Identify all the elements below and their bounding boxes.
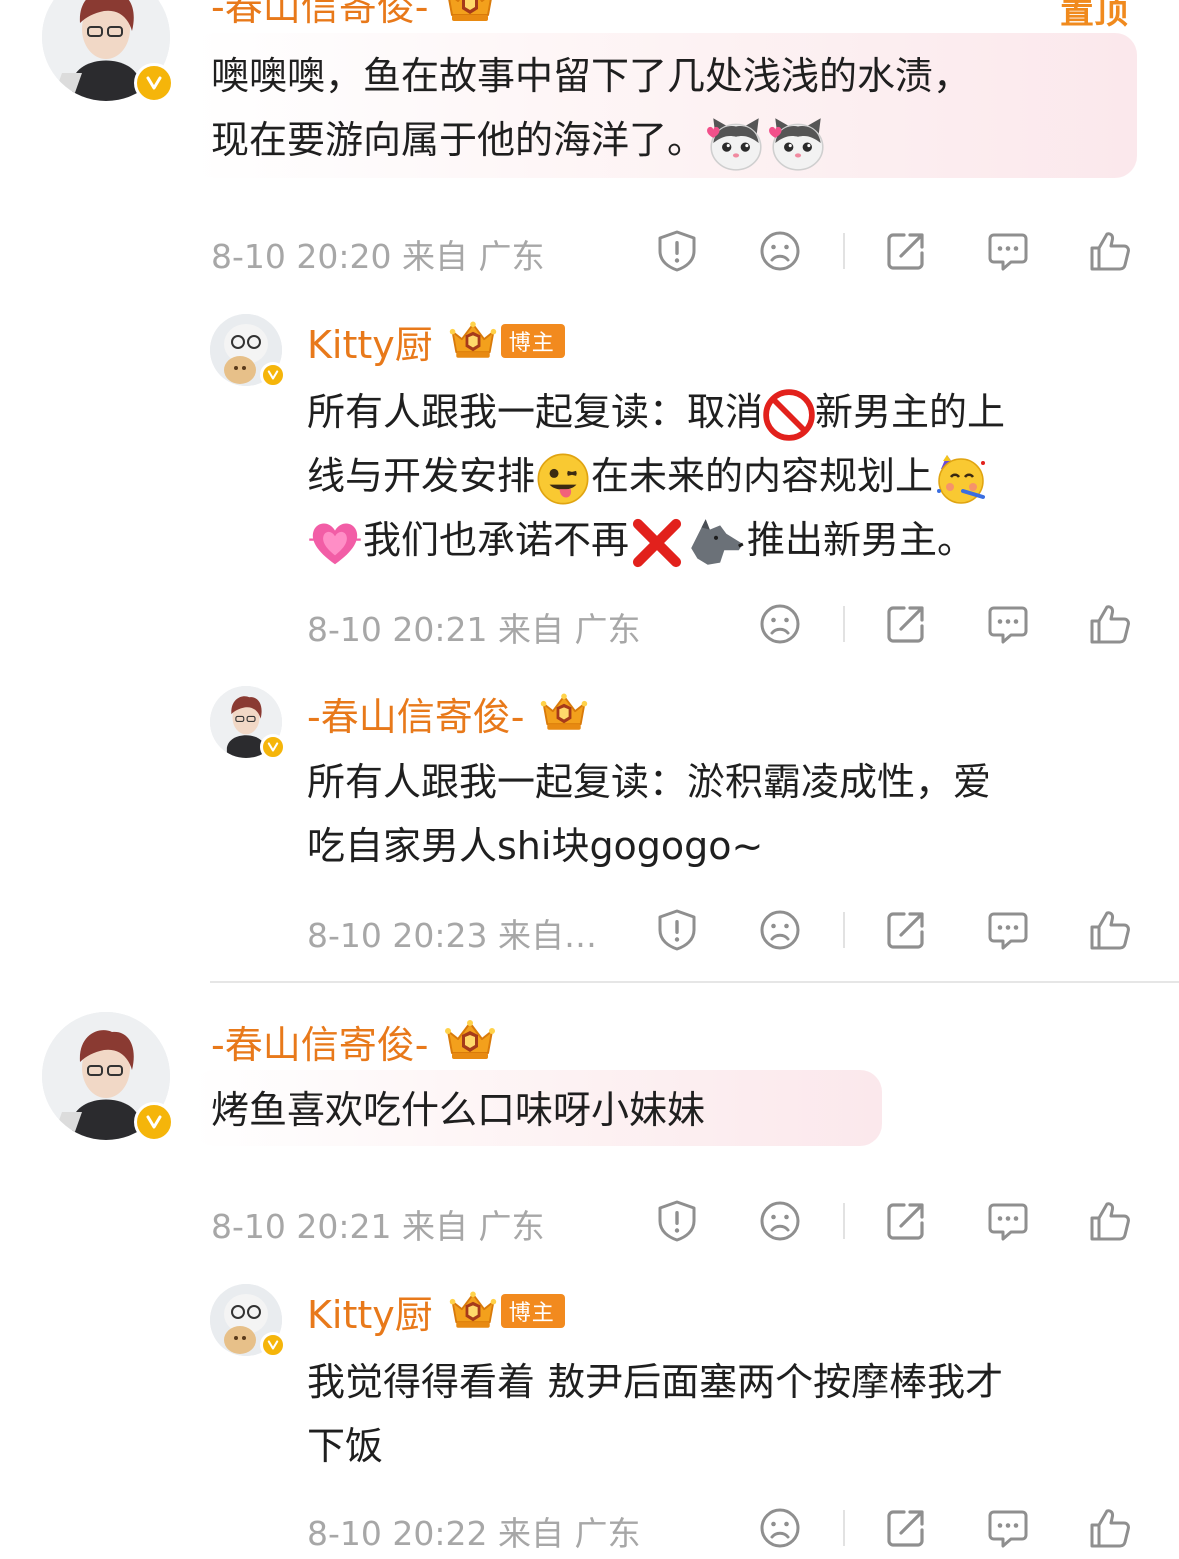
comment-icon[interactable] bbox=[986, 602, 1030, 646]
comment-text: 噢噢噢，鱼在故事中留下了几处浅浅的水渍， 现在要游向属于他的海洋了。 bbox=[211, 44, 1131, 174]
verified-badge-icon bbox=[134, 63, 174, 103]
username-text[interactable]: Kitty厨 bbox=[307, 1284, 433, 1339]
reply-text-line: 线与开发安排 在未来的内容规划上 bbox=[307, 444, 1157, 508]
comment-text-line: 烤鱼喜欢吃什么口味呀小妹妹 bbox=[211, 1088, 706, 1132]
share-icon[interactable] bbox=[884, 602, 928, 646]
dislike-icon[interactable] bbox=[758, 229, 802, 273]
comment-icon[interactable] bbox=[986, 229, 1030, 273]
comment-meta: 8-10 20:20 来自 广东 bbox=[211, 237, 545, 276]
share-icon[interactable] bbox=[884, 908, 928, 952]
avatar[interactable] bbox=[42, 1012, 174, 1142]
share-icon[interactable] bbox=[884, 229, 928, 273]
reply-text-line: 所有人跟我一起复读：取消 新男主的上 bbox=[307, 380, 1157, 444]
comment-text: 烤鱼喜欢吃什么口味呀小妹妹 bbox=[211, 1078, 891, 1142]
dislike-icon[interactable] bbox=[758, 602, 802, 646]
reply-meta: 8-10 20:23 来自… bbox=[307, 916, 597, 955]
dislike-icon[interactable] bbox=[758, 1199, 802, 1243]
winking-tongue-emoji-icon bbox=[535, 451, 591, 507]
like-icon[interactable] bbox=[1088, 602, 1132, 646]
report-icon[interactable] bbox=[655, 1199, 699, 1243]
username-text[interactable]: -春山信寄俊- bbox=[211, 0, 428, 31]
reply-text: 所有人跟我一起复读：取消 新男主的上 线与开发安排 在未来的内容规划上 我们也承诺不… bbox=[307, 380, 1157, 572]
verified-badge-icon bbox=[260, 734, 286, 760]
divider bbox=[843, 606, 845, 642]
avatar[interactable] bbox=[42, 0, 174, 103]
crown-badge-icon bbox=[447, 320, 499, 362]
no-entry-emoji-icon bbox=[763, 389, 815, 441]
verified-badge-icon bbox=[260, 362, 286, 388]
cat-heart-emoji-icon bbox=[767, 112, 829, 174]
reply-username[interactable]: Kitty厨 博主 bbox=[307, 1288, 565, 1337]
divider bbox=[843, 233, 845, 269]
report-icon[interactable] bbox=[655, 229, 699, 273]
wolf-emoji-icon bbox=[685, 516, 747, 570]
verified-badge-icon bbox=[260, 1332, 286, 1358]
comment-username[interactable]: -春山信寄俊- bbox=[211, 1018, 498, 1067]
reply-meta: 8-10 20:22 来自 广东 bbox=[307, 1514, 641, 1553]
reply-text-line: 我觉得得看着 敖尹后面塞两个按摩棒我才 bbox=[307, 1360, 1004, 1404]
username-text[interactable]: -春山信寄俊- bbox=[211, 1014, 428, 1069]
divider bbox=[843, 1510, 845, 1546]
reply-text-line: 所有人跟我一起复读：淤积霸凌成性，爱 bbox=[307, 760, 992, 804]
crown-badge-icon bbox=[442, 1019, 498, 1063]
like-icon[interactable] bbox=[1088, 908, 1132, 952]
reply-meta: 8-10 20:21 来自 广东 bbox=[307, 610, 641, 649]
share-icon[interactable] bbox=[884, 1199, 928, 1243]
comment-icon[interactable] bbox=[986, 1199, 1030, 1243]
comment-text-line: 噢噢噢，鱼在故事中留下了几处浅浅的水渍， bbox=[211, 54, 972, 98]
reply-username[interactable]: Kitty厨 博主 bbox=[307, 318, 565, 367]
crown-badge-icon bbox=[447, 1290, 499, 1332]
username-text[interactable]: -春山信寄俊- bbox=[307, 686, 524, 741]
verified-badge-icon bbox=[134, 1102, 174, 1142]
growing-heart-emoji-icon bbox=[307, 515, 363, 571]
comment-icon[interactable] bbox=[986, 1506, 1030, 1550]
comment-text-line: 现在要游向属于他的海洋了。 bbox=[211, 108, 1131, 174]
share-icon[interactable] bbox=[884, 1506, 928, 1550]
crown-badge-icon bbox=[538, 692, 590, 734]
like-icon[interactable] bbox=[1088, 1199, 1132, 1243]
like-icon[interactable] bbox=[1088, 229, 1132, 273]
comment-meta: 8-10 20:21 来自 广东 bbox=[211, 1207, 545, 1246]
crown-badge-icon bbox=[442, 0, 498, 25]
blogger-badge: 博主 bbox=[500, 1294, 565, 1328]
reply-username[interactable]: -春山信寄俊- bbox=[307, 690, 590, 739]
reply-text-line: 吃自家男人shi块gogogo~ bbox=[307, 824, 764, 868]
divider bbox=[843, 912, 845, 948]
reply-text: 所有人跟我一起复读：淤积霸凌成性，爱 吃自家男人shi块gogogo~ bbox=[307, 750, 1157, 878]
like-icon[interactable] bbox=[1088, 1506, 1132, 1550]
reply-text-line: 我们也承诺不再 推出新男主。 bbox=[307, 508, 1157, 572]
dislike-icon[interactable] bbox=[758, 1506, 802, 1550]
partying-face-emoji-icon bbox=[933, 451, 989, 507]
reply-text-line: 下饭 bbox=[307, 1424, 384, 1468]
cat-heart-emoji-icon bbox=[705, 112, 767, 174]
divider bbox=[843, 1203, 845, 1239]
report-icon[interactable] bbox=[655, 908, 699, 952]
cross-mark-emoji-icon bbox=[629, 515, 685, 571]
comment-icon[interactable] bbox=[986, 908, 1030, 952]
avatar[interactable] bbox=[210, 1284, 286, 1358]
avatar[interactable] bbox=[210, 686, 286, 760]
reply-text: 我觉得得看着 敖尹后面塞两个按摩棒我才 下饭 bbox=[307, 1350, 1157, 1478]
username-text[interactable]: Kitty厨 bbox=[307, 314, 433, 369]
blogger-badge: 博主 bbox=[500, 324, 565, 358]
comment-username[interactable]: -春山信寄俊- bbox=[211, 0, 498, 29]
dislike-icon[interactable] bbox=[758, 908, 802, 952]
pinned-label: 置顶 bbox=[1060, 0, 1128, 32]
section-divider bbox=[210, 981, 1179, 983]
avatar[interactable] bbox=[210, 314, 286, 388]
